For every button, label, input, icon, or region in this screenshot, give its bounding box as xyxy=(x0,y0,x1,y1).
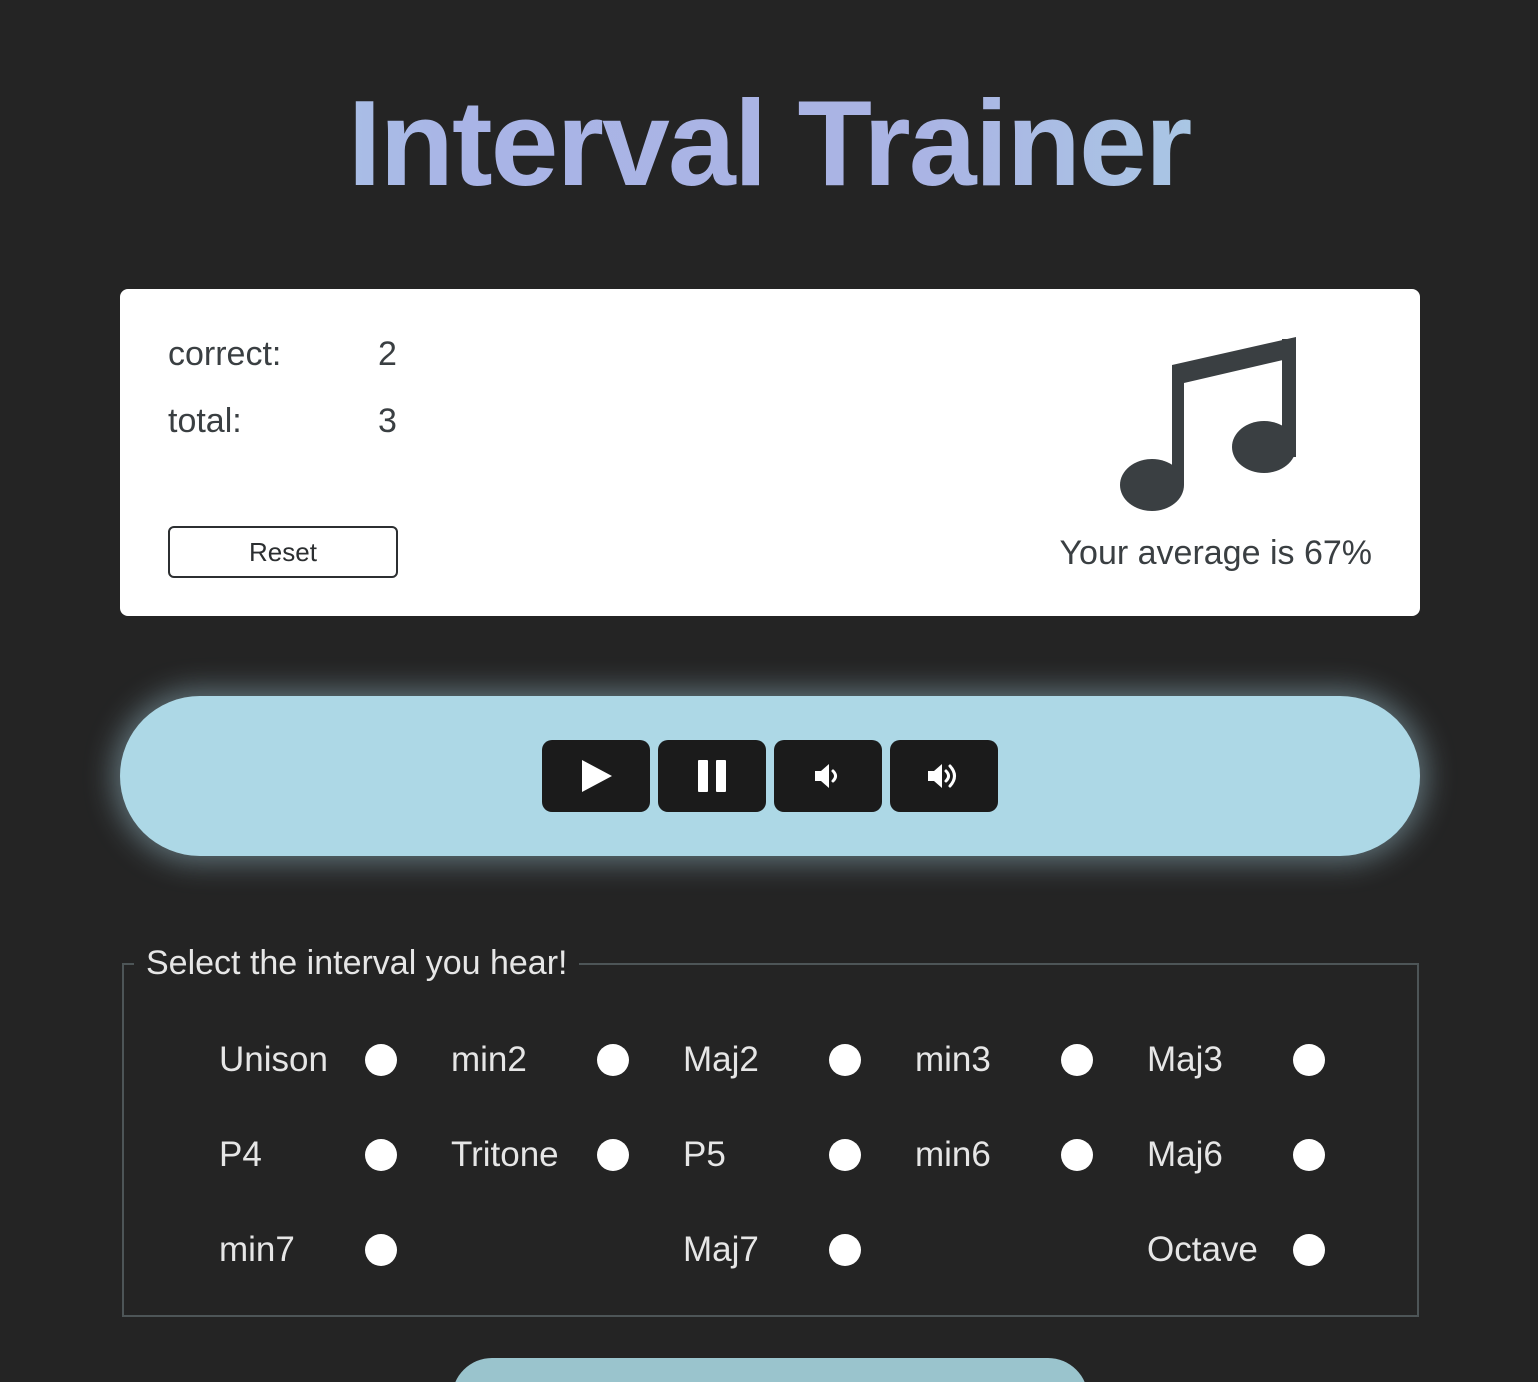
radio-p5[interactable] xyxy=(829,1139,861,1171)
option-maj6: Maj6 xyxy=(1147,1133,1367,1177)
volume-down-button[interactable] xyxy=(774,740,882,812)
page-title: Interval Trainer xyxy=(0,78,1538,208)
radio-maj6[interactable] xyxy=(1293,1139,1325,1171)
option-tritone: Tritone xyxy=(451,1133,671,1177)
radio-min2[interactable] xyxy=(597,1044,629,1076)
option-maj3: Maj3 xyxy=(1147,1038,1367,1082)
option-label: Unison xyxy=(219,1040,328,1079)
radio-unison[interactable] xyxy=(365,1044,397,1076)
average-text: Your average is 67% xyxy=(1059,534,1372,572)
option-label: P5 xyxy=(683,1135,726,1174)
option-label: min3 xyxy=(915,1040,991,1079)
option-label: Octave xyxy=(1147,1230,1258,1269)
option-maj2: Maj2 xyxy=(683,1038,903,1082)
option-label: Maj2 xyxy=(683,1040,759,1079)
option-maj7: Maj7 xyxy=(683,1228,903,1272)
interval-fieldset: Select the interval you hear! Unison min… xyxy=(122,941,1419,1317)
option-min7: min7 xyxy=(219,1228,439,1272)
volume-up-button[interactable] xyxy=(890,740,998,812)
option-min2: min2 xyxy=(451,1038,671,1082)
pause-button[interactable] xyxy=(658,740,766,812)
volume-up-icon xyxy=(928,764,956,788)
option-label: min6 xyxy=(915,1135,991,1174)
option-p5: P5 xyxy=(683,1133,903,1177)
option-label: min2 xyxy=(451,1040,527,1079)
total-value: 3 xyxy=(378,402,397,440)
radio-p4[interactable] xyxy=(365,1139,397,1171)
score-card: correct: 2 total: 3 Reset Your average i… xyxy=(120,289,1420,616)
option-label: min7 xyxy=(219,1230,295,1269)
option-label: Maj7 xyxy=(683,1230,759,1269)
radio-maj3[interactable] xyxy=(1293,1044,1325,1076)
radio-maj7[interactable] xyxy=(829,1234,861,1266)
interval-trainer-page: Interval Trainer correct: 2 total: 3 Res… xyxy=(0,0,1538,1382)
play-button[interactable] xyxy=(542,740,650,812)
radio-min6[interactable] xyxy=(1061,1139,1093,1171)
option-label: Maj6 xyxy=(1147,1135,1223,1174)
reset-button[interactable]: Reset xyxy=(168,526,398,578)
option-min3: min3 xyxy=(915,1038,1135,1082)
total-label: total: xyxy=(168,402,242,440)
volume-down-icon xyxy=(815,764,837,788)
player-bar xyxy=(120,696,1420,856)
option-label: Maj3 xyxy=(1147,1040,1223,1079)
music-note-icon xyxy=(1120,337,1296,511)
option-octave: Octave xyxy=(1147,1228,1367,1272)
submit-button[interactable] xyxy=(452,1358,1088,1382)
option-p4: P4 xyxy=(219,1133,439,1177)
play-icon xyxy=(582,760,612,792)
interval-legend: Select the interval you hear! xyxy=(134,941,580,985)
radio-min3[interactable] xyxy=(1061,1044,1093,1076)
radio-octave[interactable] xyxy=(1293,1234,1325,1266)
radio-maj2[interactable] xyxy=(829,1044,861,1076)
correct-label: correct: xyxy=(168,335,282,373)
radio-min7[interactable] xyxy=(365,1234,397,1266)
option-label: P4 xyxy=(219,1135,262,1174)
radio-tritone[interactable] xyxy=(597,1139,629,1171)
pause-icon xyxy=(698,760,726,792)
option-unison: Unison xyxy=(219,1038,439,1082)
option-label: Tritone xyxy=(451,1135,559,1174)
option-min6: min6 xyxy=(915,1133,1135,1177)
correct-value: 2 xyxy=(378,335,397,373)
